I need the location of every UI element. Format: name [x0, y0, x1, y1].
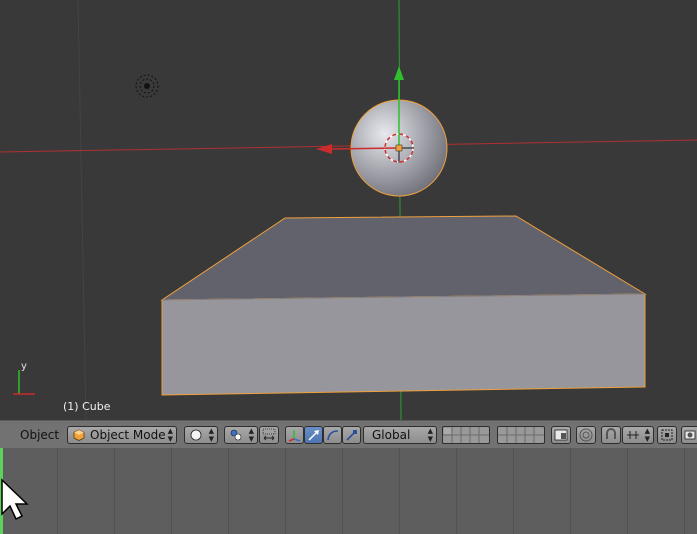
- active-object-label: (1) Cube: [63, 400, 111, 413]
- frame-gridline: [171, 448, 172, 534]
- viewport-shading-dropdown[interactable]: ▲ ▼: [184, 426, 218, 444]
- cube-object[interactable]: [160, 215, 647, 396]
- frame-gridline: [456, 448, 457, 534]
- snap-element-dropdown[interactable]: ▲ ▼: [622, 426, 654, 444]
- dropdown-arrows-icon: ▲ ▼: [167, 427, 173, 443]
- opengl-render-button[interactable]: [681, 426, 697, 444]
- frame-gridline: [114, 448, 115, 534]
- snap-magnet-icon: [606, 428, 616, 439]
- render-icon: [684, 430, 696, 440]
- translate-manipulator-icon: [308, 430, 319, 441]
- viewport-scene[interactable]: y: [0, 0, 697, 420]
- manipulator-center-button[interactable]: [259, 426, 279, 444]
- 3d-viewport[interactable]: y (1) Cube: [0, 0, 697, 420]
- frame-gridline: [627, 448, 628, 534]
- grid-line: [77, 0, 87, 420]
- manipulator-axes-icon: [288, 430, 301, 442]
- scale-manipulator-button[interactable]: [342, 426, 361, 444]
- render-preview-icon: [554, 429, 568, 441]
- frame-gridline: [399, 448, 400, 534]
- transform-orientation-dropdown[interactable]: Global ▲ ▼: [363, 426, 437, 444]
- frame-gridline: [342, 448, 343, 534]
- lock-camera-button[interactable]: [551, 426, 571, 444]
- layers-grid-icon: [443, 427, 489, 443]
- mouse-pointer-icon: [1, 478, 29, 521]
- frame-gridline: [570, 448, 571, 534]
- frame-gridline: [285, 448, 286, 534]
- 3d-view-header: Object Object Mode ▲ ▼ ▲ ▼ ▲ ▼ Global ▲ …: [0, 420, 697, 448]
- pivot-point-dropdown[interactable]: ▲ ▼: [224, 426, 258, 444]
- axis-y-label: y: [21, 361, 27, 372]
- snap-target-icon: [661, 429, 673, 441]
- rotate-manipulator-icon: [327, 430, 339, 441]
- layers-grid-left[interactable]: [442, 426, 490, 444]
- frame-gridline: [684, 448, 685, 534]
- snap-toggle-button[interactable]: [601, 426, 621, 444]
- proportional-editing-button[interactable]: [576, 426, 596, 444]
- timeline-editor[interactable]: [0, 448, 697, 534]
- y-arrow-handle[interactable]: [394, 66, 404, 80]
- viewport-shading-icon: [190, 429, 202, 441]
- translate-manipulator-button[interactable]: [304, 426, 323, 444]
- manipulator-toggle-icon: [262, 428, 276, 441]
- x-arrow-handle[interactable]: [316, 144, 332, 154]
- x-axis-line: [0, 139, 697, 153]
- object-origin: [395, 144, 403, 152]
- mode-dropdown[interactable]: Object Mode ▲ ▼: [67, 426, 177, 444]
- orientation-label: Global: [372, 428, 411, 442]
- mode-label: Object Mode: [90, 428, 166, 442]
- snap-target-button[interactable]: [657, 426, 677, 444]
- rotate-manipulator-button[interactable]: [323, 426, 342, 444]
- object-mode-cube-icon: [73, 429, 85, 441]
- proportional-editing-icon: [579, 428, 593, 442]
- frame-gridline: [228, 448, 229, 534]
- pivot-point-icon: [230, 429, 242, 441]
- manipulator-enable-button[interactable]: [285, 426, 304, 444]
- scale-manipulator-icon: [346, 430, 357, 441]
- frame-gridline: [57, 448, 58, 534]
- view-axis-widget: y: [13, 361, 35, 395]
- layers-grid-right[interactable]: [497, 426, 545, 444]
- frame-gridline: [513, 448, 514, 534]
- lamp-object[interactable]: [135, 74, 159, 98]
- object-menu[interactable]: Object: [20, 426, 59, 444]
- snap-element-icon: [627, 431, 639, 439]
